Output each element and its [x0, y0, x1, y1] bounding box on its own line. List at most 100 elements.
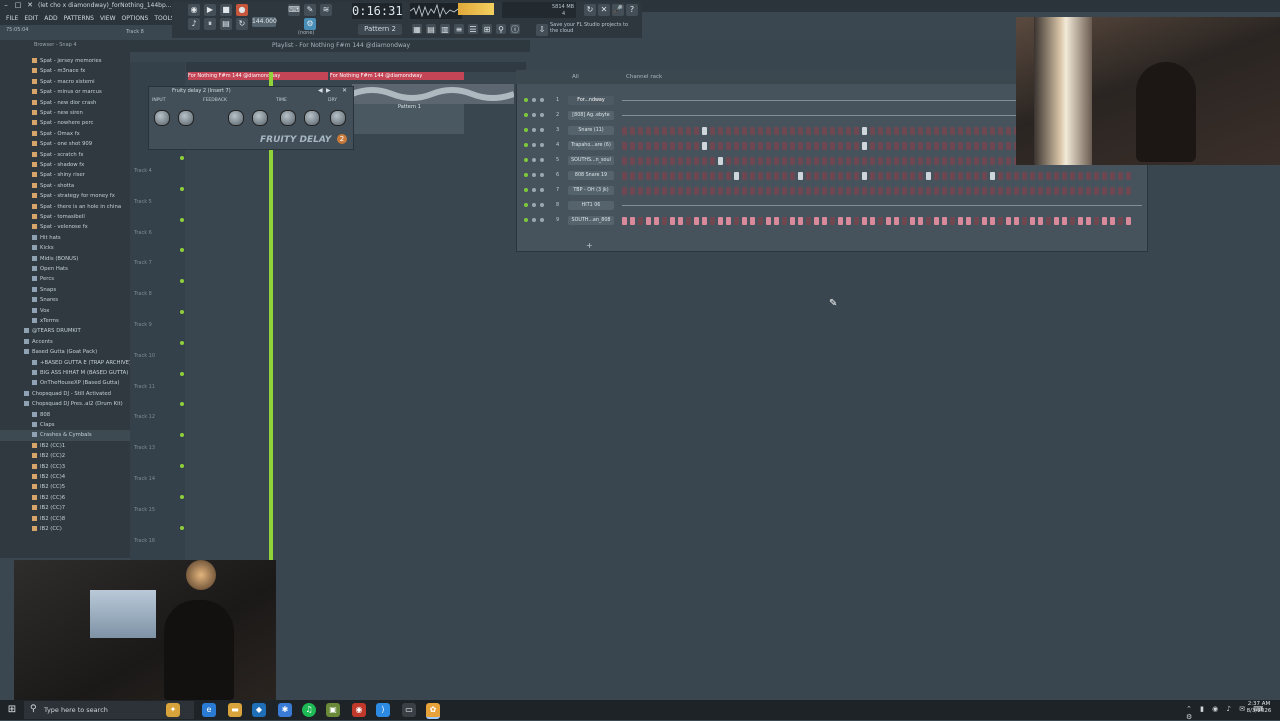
step-button[interactable] [1046, 187, 1051, 195]
step-button[interactable] [846, 217, 851, 225]
step-button[interactable] [742, 142, 747, 150]
step-button[interactable] [1046, 217, 1051, 225]
step-button[interactable] [918, 127, 923, 135]
browser-folder-item[interactable]: Kicks [0, 243, 130, 254]
step-button[interactable] [990, 217, 995, 225]
step-button[interactable] [1110, 217, 1115, 225]
step-button[interactable] [1054, 187, 1059, 195]
step-button[interactable] [782, 187, 787, 195]
channel-name-button[interactable]: TBP - OH (3 jk) [568, 186, 614, 195]
step-button[interactable] [686, 217, 691, 225]
plugin-next-icon[interactable]: ▶ [326, 87, 331, 94]
step-button[interactable] [846, 187, 851, 195]
step-button[interactable] [806, 217, 811, 225]
step-button[interactable] [774, 127, 779, 135]
step-button[interactable] [742, 217, 747, 225]
step-button[interactable] [790, 187, 795, 195]
cloud-download-icon[interactable]: ⇩ [536, 24, 548, 36]
step-button[interactable] [974, 217, 979, 225]
step-button[interactable] [902, 157, 907, 165]
step-button[interactable] [902, 172, 907, 180]
step-button[interactable] [1094, 187, 1099, 195]
browser-folder-item[interactable]: @TEARS DRUMKIT [0, 326, 130, 337]
step-button[interactable] [918, 217, 923, 225]
step-button[interactable] [822, 217, 827, 225]
channel-mute-led[interactable] [524, 143, 528, 147]
step-button[interactable] [654, 157, 659, 165]
step-button[interactable] [854, 142, 859, 150]
step-button[interactable] [942, 172, 947, 180]
menu-patterns[interactable]: PATTERNS [64, 15, 94, 22]
maximize-icon[interactable]: □ [14, 1, 22, 9]
step-button[interactable] [1118, 172, 1123, 180]
step-button[interactable] [1086, 217, 1091, 225]
step-button[interactable] [646, 172, 651, 180]
channel-pan-knob[interactable] [532, 128, 536, 132]
step-button[interactable] [790, 157, 795, 165]
step-button[interactable] [926, 217, 931, 225]
step-button[interactable] [822, 157, 827, 165]
browser-file-item[interactable]: Spat - minus or marcus [0, 87, 130, 98]
step-button[interactable] [878, 217, 883, 225]
step-button[interactable] [886, 172, 891, 180]
channel-volume-knob[interactable] [540, 203, 544, 207]
track-label[interactable]: Track 15 [134, 507, 155, 513]
step-button[interactable] [950, 217, 955, 225]
channel-filter[interactable]: All [572, 70, 579, 84]
menu-file[interactable]: FILE [6, 15, 18, 22]
search-placeholder[interactable]: Type here to search [44, 706, 108, 714]
step-button[interactable] [990, 142, 995, 150]
step-button[interactable] [702, 127, 707, 135]
browser-folder-item[interactable]: +BASED GUTTA E (TRAP ARCHIVE) [0, 358, 130, 369]
step-button[interactable] [766, 217, 771, 225]
browser-folder-item[interactable]: xTerms [0, 316, 130, 327]
step-button[interactable] [678, 127, 683, 135]
step-button[interactable] [726, 172, 731, 180]
step-button[interactable] [694, 157, 699, 165]
step-button[interactable] [742, 187, 747, 195]
step-button[interactable] [862, 142, 867, 150]
menu-view[interactable]: VIEW [100, 15, 116, 22]
step-button[interactable] [798, 217, 803, 225]
channel-name-button[interactable]: SOUTH...an_808 [568, 216, 614, 225]
step-button[interactable] [910, 127, 915, 135]
step-button[interactable] [958, 142, 963, 150]
track-enable-led[interactable] [180, 340, 184, 345]
step-button[interactable] [974, 157, 979, 165]
stop-icon[interactable]: ■ [220, 4, 232, 16]
step-button[interactable] [782, 142, 787, 150]
step-button[interactable] [934, 142, 939, 150]
step-button[interactable] [958, 157, 963, 165]
step-button[interactable] [1070, 172, 1075, 180]
step-button[interactable] [774, 142, 779, 150]
store-icon[interactable]: ◆ [252, 703, 266, 717]
step-button[interactable] [862, 157, 867, 165]
step-button[interactable] [718, 172, 723, 180]
step-button[interactable] [1094, 217, 1099, 225]
step-button[interactable] [638, 127, 643, 135]
step-button[interactable] [630, 157, 635, 165]
step-button[interactable] [1014, 187, 1019, 195]
browser-file-item[interactable]: Spat - macro sistemi [0, 77, 130, 88]
step-button[interactable] [918, 142, 923, 150]
fl-studio-icon[interactable]: ✿ [426, 703, 440, 719]
step-button[interactable] [830, 142, 835, 150]
channel-pan-knob[interactable] [532, 158, 536, 162]
edge-browser-icon[interactable]: e [202, 703, 216, 717]
step-button[interactable] [958, 217, 963, 225]
track-enable-led[interactable] [180, 464, 184, 468]
step-button[interactable] [902, 187, 907, 195]
step-button[interactable] [694, 217, 699, 225]
step-button[interactable] [838, 187, 843, 195]
play-icon[interactable]: ▶ [204, 4, 216, 16]
pin-icon[interactable]: ⚲ [496, 24, 506, 34]
blend-notes-icon[interactable]: ≋ [320, 4, 332, 16]
pattern-song-toggle-icon[interactable]: ◉ [188, 4, 200, 16]
step-button[interactable] [694, 187, 699, 195]
step-button[interactable] [1126, 172, 1131, 180]
pattern-selector[interactable]: Pattern 2 [358, 24, 402, 35]
step-button[interactable] [630, 172, 635, 180]
step-button[interactable] [622, 142, 627, 150]
step-button[interactable] [878, 157, 883, 165]
channel-name-button[interactable]: Snare (11) [568, 126, 614, 135]
